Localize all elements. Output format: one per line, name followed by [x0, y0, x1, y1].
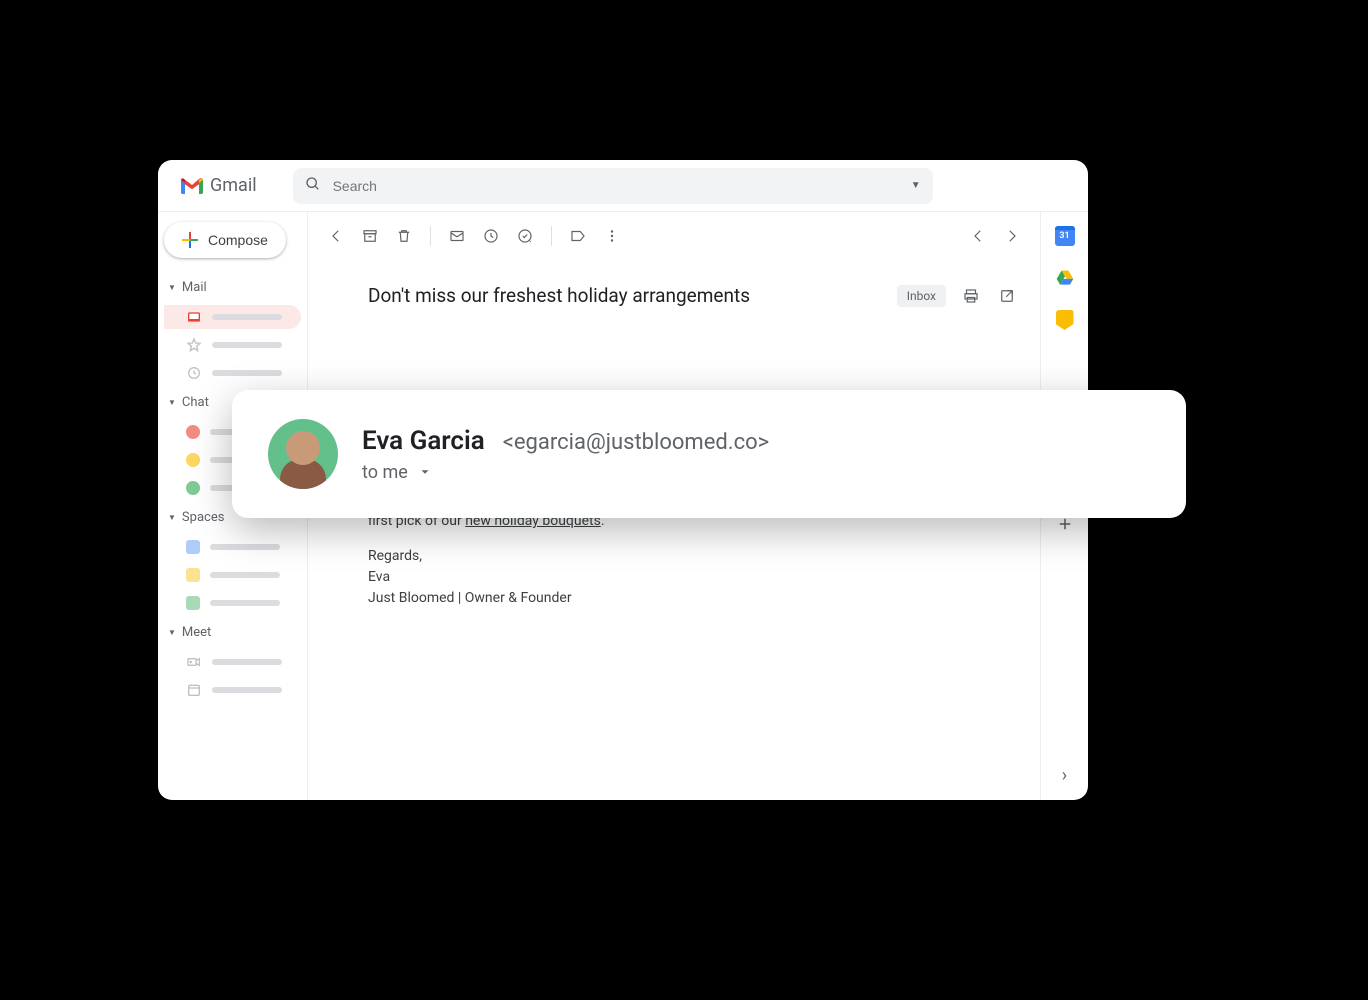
- calendar-blank-icon: [186, 682, 202, 698]
- sidebar-item-inbox[interactable]: [164, 305, 301, 329]
- video-plus-icon: [186, 654, 202, 670]
- placeholder: [212, 370, 282, 376]
- inbox-icon: [186, 309, 202, 325]
- space-icon-green: [186, 596, 200, 610]
- section-spaces-label: Spaces: [182, 510, 225, 525]
- sig-line: Eva: [368, 567, 1016, 588]
- recipient-dropdown[interactable]: to me: [362, 462, 769, 483]
- space-item[interactable]: [164, 563, 301, 587]
- caret-down-icon: ▼: [168, 283, 176, 292]
- space-item[interactable]: [164, 535, 301, 559]
- caret-down-icon: ▼: [168, 513, 176, 522]
- toolbar: [308, 212, 1040, 260]
- placeholder: [212, 659, 282, 665]
- gmail-m-icon: [180, 177, 204, 195]
- mark-unread-button[interactable]: [447, 226, 467, 246]
- space-icon-blue: [186, 540, 200, 554]
- prev-button[interactable]: [968, 226, 988, 246]
- placeholder: [212, 342, 282, 348]
- add-task-button[interactable]: [515, 226, 535, 246]
- drive-icon[interactable]: [1055, 268, 1075, 288]
- chevron-down-icon: [418, 465, 432, 479]
- section-mail-label: Mail: [182, 280, 207, 295]
- meet-join[interactable]: [164, 678, 301, 702]
- archive-button[interactable]: [360, 226, 380, 246]
- label-button[interactable]: [568, 226, 588, 246]
- search-options-icon[interactable]: ▼: [911, 180, 921, 191]
- meet-new[interactable]: [164, 650, 301, 674]
- sidebar-item-starred[interactable]: [164, 333, 301, 357]
- header: Gmail ▼: [158, 160, 1088, 212]
- placeholder: [210, 572, 280, 578]
- placeholder: [210, 600, 280, 606]
- calendar-icon[interactable]: [1055, 226, 1075, 246]
- collapse-panel-button[interactable]: ›: [1062, 765, 1067, 800]
- keep-icon[interactable]: [1056, 310, 1074, 330]
- placeholder: [212, 687, 282, 693]
- label-chip[interactable]: Inbox: [897, 285, 946, 307]
- divider: [430, 226, 431, 246]
- gmail-text: Gmail: [210, 175, 257, 196]
- clock-icon: [186, 365, 202, 381]
- section-meet[interactable]: ▼ Meet: [164, 619, 301, 646]
- email-subject: Don't miss our freshest holiday arrangem…: [368, 284, 881, 307]
- plus-icon: [182, 232, 198, 248]
- snooze-button[interactable]: [481, 226, 501, 246]
- caret-down-icon: ▼: [168, 398, 176, 407]
- sender-info: Eva Garcia <egarcia@justbloomed.co> to m…: [362, 426, 769, 483]
- sig-line: Regards,: [368, 546, 1016, 567]
- sidebar-item-snoozed[interactable]: [164, 361, 301, 385]
- divider: [551, 226, 552, 246]
- space-item[interactable]: [164, 591, 301, 615]
- print-button[interactable]: [962, 287, 980, 305]
- search-input[interactable]: [333, 178, 899, 194]
- gmail-logo[interactable]: Gmail: [170, 175, 257, 196]
- signature: Regards, Eva Just Bloomed | Owner & Foun…: [368, 546, 1016, 609]
- space-icon-yellow: [186, 568, 200, 582]
- search-icon: [305, 176, 321, 196]
- section-mail[interactable]: ▼ Mail: [164, 274, 301, 301]
- back-button[interactable]: [326, 226, 346, 246]
- compose-button[interactable]: Compose: [164, 222, 286, 258]
- status-dot-red: [186, 425, 200, 439]
- next-button[interactable]: [1002, 226, 1022, 246]
- more-button[interactable]: [602, 226, 622, 246]
- avatar[interactable]: [268, 419, 338, 489]
- compose-label: Compose: [208, 232, 268, 248]
- section-chat-label: Chat: [182, 395, 209, 410]
- sender-name: Eva Garcia: [362, 426, 485, 456]
- section-meet-label: Meet: [182, 625, 211, 640]
- open-new-window-button[interactable]: [998, 287, 1016, 305]
- sender-card: Eva Garcia <egarcia@justbloomed.co> to m…: [232, 390, 1186, 518]
- sender-email: <egarcia@justbloomed.co>: [503, 430, 769, 455]
- status-dot-green: [186, 481, 200, 495]
- star-icon: [186, 337, 202, 353]
- placeholder: [212, 314, 282, 320]
- sig-line: Just Bloomed | Owner & Founder: [368, 588, 1016, 609]
- subject-row: Don't miss our freshest holiday arrangem…: [308, 260, 1040, 315]
- subject-actions: [962, 287, 1016, 305]
- caret-down-icon: ▼: [168, 628, 176, 637]
- delete-button[interactable]: [394, 226, 414, 246]
- status-dot-yellow: [186, 453, 200, 467]
- placeholder: [210, 544, 280, 550]
- to-line: to me: [362, 462, 408, 483]
- search-bar[interactable]: ▼: [293, 168, 933, 204]
